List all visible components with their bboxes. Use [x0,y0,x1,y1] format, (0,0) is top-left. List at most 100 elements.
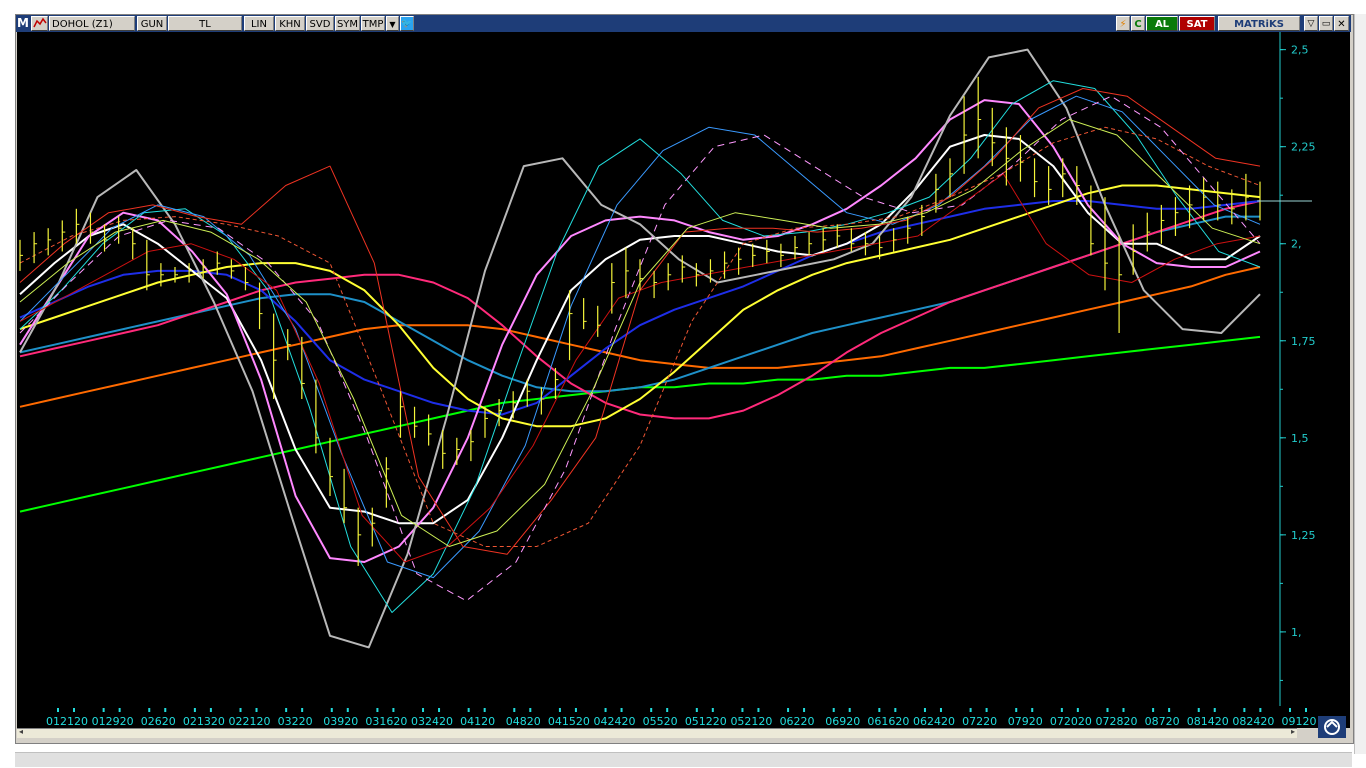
x-tick-mark [255,708,258,712]
y-tick-label: 2,25 [1291,141,1316,154]
svd-button[interactable]: SVD [306,16,334,31]
indicator-line-4 [19,200,1261,420]
x-tick-label: 08720 [1145,715,1180,728]
x-tick-mark [301,708,304,712]
scroll-right-icon[interactable]: ▸ [1291,727,1295,736]
x-tick-label: 012920 [92,715,134,728]
x-tick-label: 031620 [365,715,407,728]
x-tick-label: 07220 [962,715,997,728]
indicator-layer [19,48,1261,649]
x-tick-label: 081420 [1187,715,1229,728]
restore-icon[interactable]: ▭ [1319,16,1333,31]
indicator-line-14 [19,95,1261,602]
horizontal-scrollbar[interactable]: ◂ ▸ [17,727,1297,738]
x-tick-mark [467,708,470,712]
x-axis-ticks: 012120 012920 02620 021320 022120 03220 03920 0… [46,708,1317,728]
x-tick-mark [604,708,607,712]
y-axis-ticks: 2,5 2,25 2, 1,75 1,5 1,25 1, [1280,44,1316,681]
chart-area[interactable]: 2,5 2,25 2, 1,75 1,5 1,25 1, [17,32,1350,706]
x-tick-mark [923,708,926,712]
period-button[interactable]: GUN [137,16,167,31]
tmp-button[interactable]: TMP [361,16,385,31]
x-tick-mark [513,708,516,712]
x-tick-label: 06220 [780,715,815,728]
x-tick-mark [1031,708,1034,712]
bottom-scrollbar[interactable] [15,752,1352,767]
x-tick-mark [1213,708,1216,712]
refresh-icon[interactable]: C [1131,16,1145,31]
x-tick-label: 07920 [1008,715,1043,728]
x-tick-label: 06920 [825,715,860,728]
indicator-line-10 [19,80,1261,613]
currency-button[interactable]: TL [168,16,242,31]
symbol-button[interactable]: DOHOL (Z1) [49,16,135,31]
x-tick-label: 052120 [730,715,772,728]
close-icon[interactable]: ✕ [1334,16,1349,31]
x-tick-mark [832,708,835,712]
x-tick-mark [894,708,897,712]
indicator-line-12 [19,88,1261,555]
app-logo-icon[interactable]: M [17,16,29,31]
x-tick-mark [650,708,653,712]
x-tick-label: 02620 [141,715,176,728]
x-tick-label: 082420 [1232,715,1274,728]
x-tick-label: 051220 [685,715,727,728]
x-tick-mark [483,708,486,712]
x-tick-mark [102,708,105,712]
sell-button[interactable]: SAT [1179,16,1215,31]
y-tick-label: 1,75 [1291,335,1316,348]
x-tick-mark [193,708,196,712]
vertical-scrollbar[interactable] [1354,14,1366,754]
x-tick-mark [164,708,167,712]
x-tick-mark [1106,708,1109,712]
x-tick-mark [285,708,288,712]
x-tick-mark [620,708,623,712]
y-tick-label: 1, [1291,626,1302,639]
x-tick-mark [878,708,881,712]
indicator-line-5 [19,200,1261,416]
lin-button[interactable]: LIN [244,16,274,31]
date-axis: 012120 012920 02620 021320 022120 03220 03920 0… [17,706,1350,728]
x-tick-label: 032420 [411,715,453,728]
sym-button[interactable]: SYM [335,16,360,31]
x-tick-mark [1197,708,1200,712]
buy-button[interactable]: AL [1146,16,1178,31]
x-tick-mark [209,708,212,712]
x-tick-label: 072020 [1050,715,1092,728]
minimize-icon[interactable]: ▽ [1304,16,1318,31]
x-tick-mark [392,708,395,712]
x-tick-label: 061620 [867,715,909,728]
x-tick-mark [558,708,561,712]
x-tick-mark [118,708,121,712]
x-tick-mark [1076,708,1079,712]
dropdown-arrow-icon[interactable]: ▼ [386,16,399,31]
x-tick-mark [239,708,242,712]
scroll-left-icon[interactable]: ◂ [19,727,23,736]
toolbar: M DOHOL (Z1) GUN TL LIN KHN SVD SYM TMP … [16,15,1351,32]
chart-corner-icon[interactable] [1318,716,1346,738]
x-tick-label: 021320 [183,715,225,728]
x-tick-label: 041520 [548,715,590,728]
x-tick-mark [376,708,379,712]
y-tick-label: 1,5 [1291,432,1309,445]
lightning-icon[interactable]: ⚡ [1116,16,1130,31]
chart-type-icon[interactable] [31,16,48,31]
x-tick-label: 012120 [46,715,88,728]
x-tick-mark [148,708,151,712]
twitter-icon[interactable]: 🐦 [400,16,414,31]
indicator-line-1 [19,335,1261,513]
x-tick-mark [985,708,988,712]
indicator-line-8 [19,99,1261,563]
khn-button[interactable]: KHN [275,16,305,31]
x-tick-mark [422,708,425,712]
x-tick-mark [1168,708,1171,712]
x-tick-mark [757,708,760,712]
x-tick-label: 072820 [1095,715,1137,728]
x-tick-label: 062420 [913,715,955,728]
x-tick-mark [1305,708,1307,712]
x-tick-mark [438,708,441,712]
x-tick-label: 04120 [460,715,495,728]
price-chart[interactable]: 2,5 2,25 2, 1,75 1,5 1,25 1, [17,32,1350,706]
x-tick-mark [969,708,972,712]
x-tick-label: 03220 [278,715,313,728]
